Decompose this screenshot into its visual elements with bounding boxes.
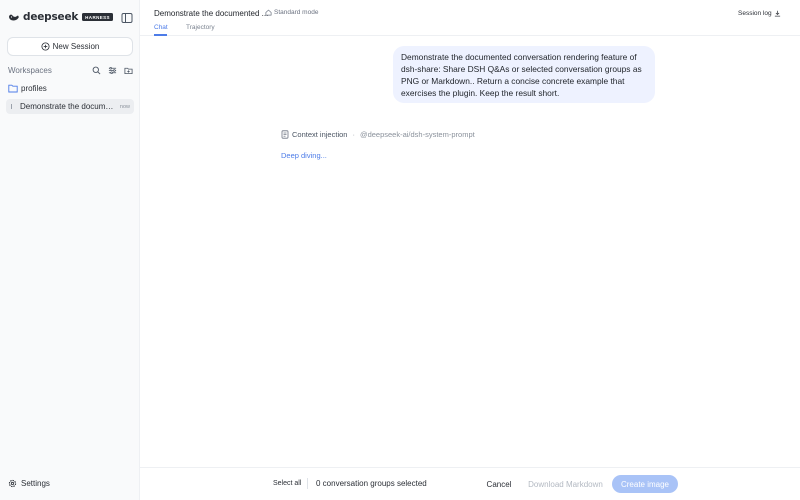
download-icon: [774, 10, 780, 17]
main-panel: Demonstrate the documented ... Standard …: [140, 0, 800, 500]
status-text: Deep diving...: [281, 151, 327, 160]
context-source: @deepseek-ai/dsh-system-prompt: [359, 130, 475, 139]
home-icon: [265, 9, 272, 16]
select-all-button[interactable]: Select all: [273, 480, 301, 487]
document-icon: [281, 130, 289, 139]
session-log-button[interactable]: Session log: [734, 6, 785, 21]
download-markdown-button[interactable]: Download Markdown: [528, 476, 603, 492]
sliders-icon[interactable]: [108, 66, 117, 75]
session-item[interactable]: Demonstrate the documented conversation …: [6, 99, 134, 114]
workspaces-title: Workspaces: [8, 65, 52, 75]
settings-button[interactable]: Settings: [8, 479, 50, 488]
brand-name: deepseek: [23, 11, 79, 23]
context-injection-row[interactable]: Context injection · @deepseek-ai/dsh-sys…: [281, 130, 475, 139]
folder-icon: [8, 84, 18, 93]
folder-label: profiles: [21, 84, 47, 93]
bottom-divider: [140, 467, 800, 468]
page-title: Demonstrate the documented ...: [154, 9, 269, 18]
new-session-button[interactable]: New Session: [7, 37, 133, 56]
context-separator: ·: [352, 130, 355, 139]
tab-trajectory[interactable]: Trajectory: [186, 24, 215, 31]
mode-label: Standard mode: [274, 9, 319, 16]
gear-icon: [8, 479, 17, 488]
create-image-button[interactable]: Create image: [612, 475, 678, 493]
active-tab-indicator: [154, 34, 167, 36]
brand: deepseek HARNESS: [8, 11, 113, 23]
workspaces-header: Workspaces: [8, 65, 133, 75]
context-injection-label: Context injection: [292, 130, 348, 139]
selected-count: 0 conversation groups selected: [316, 479, 427, 488]
session-log-label: Session log: [738, 10, 772, 17]
new-session-label: New Session: [52, 42, 100, 51]
cancel-button[interactable]: Cancel: [480, 476, 518, 492]
brand-badge: HARNESS: [82, 13, 113, 21]
mode-indicator[interactable]: Standard mode: [265, 9, 318, 16]
user-message: Demonstrate the documented conversation …: [393, 46, 655, 103]
sidebar-toggle-icon[interactable]: [121, 12, 133, 24]
sidebar: deepseek HARNESS New Session Workspaces: [0, 0, 140, 500]
plus-circle-icon: [41, 42, 50, 51]
folder-plus-icon[interactable]: [124, 66, 133, 75]
whale-icon: [9, 14, 19, 21]
session-time: now: [119, 103, 130, 110]
workspace-folder-profiles[interactable]: profiles: [8, 84, 47, 93]
settings-label: Settings: [21, 479, 50, 488]
bottom-separator: [307, 478, 308, 489]
tabs-divider: [140, 35, 800, 36]
tab-chat[interactable]: Chat: [154, 24, 168, 31]
session-indicator: [11, 104, 12, 109]
session-title: Demonstrate the documented conversation …: [20, 102, 116, 111]
search-icon[interactable]: [92, 66, 101, 75]
